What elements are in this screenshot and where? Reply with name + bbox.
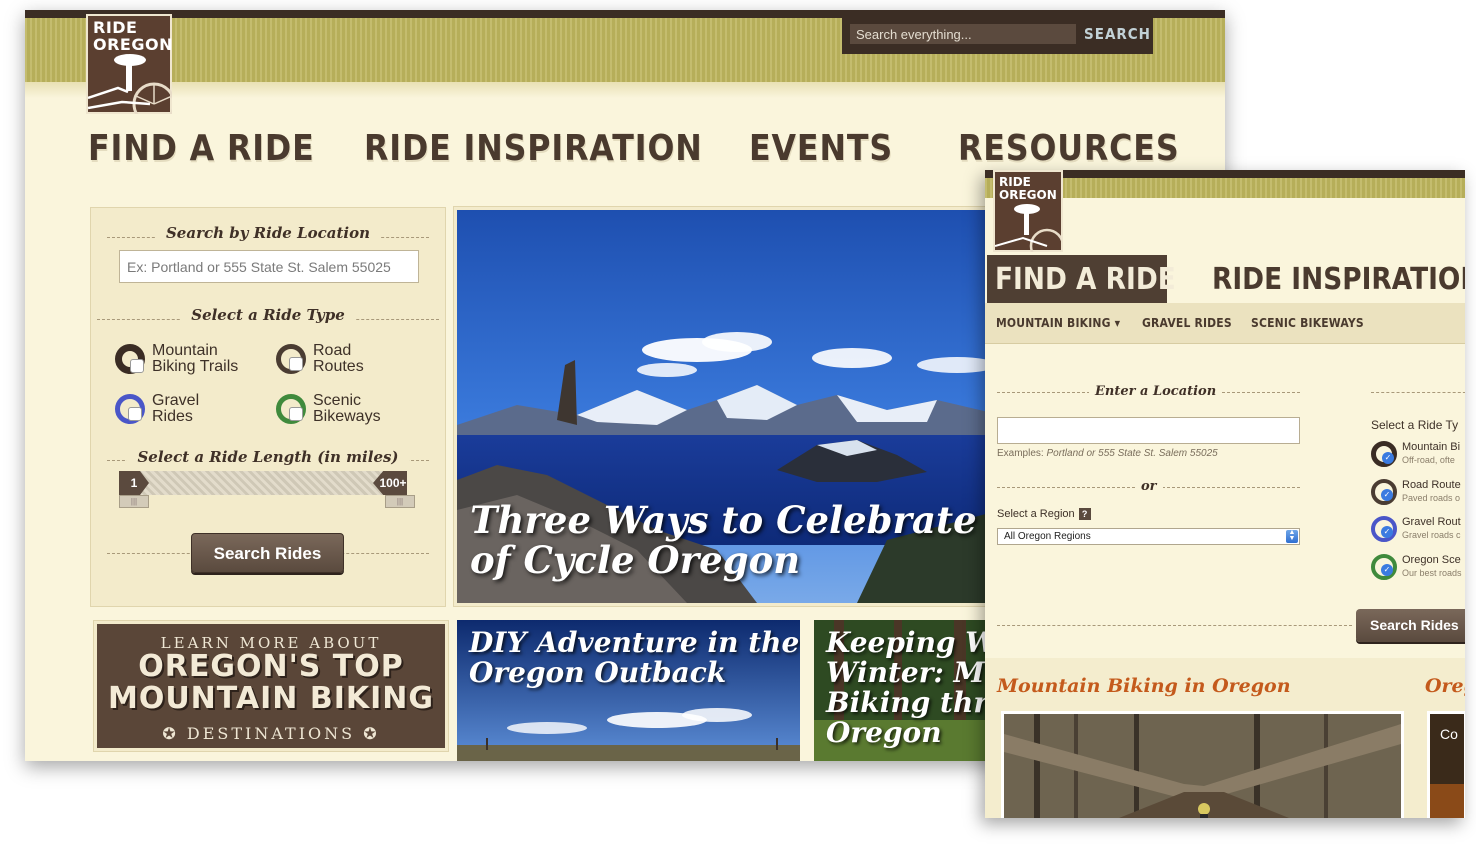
ride-type-heading: Select a Ride Ty — [1371, 418, 1459, 432]
mountain-biking-promo[interactable]: LEARN MORE ABOUT OREGON'S TOP MOUNTAIN B… — [93, 620, 449, 752]
gravel-checked-icon[interactable] — [1371, 516, 1397, 542]
promo-line2: OREGON'S TOP MOUNTAIN BIKING — [107, 649, 435, 716]
nav-events[interactable]: EVENTS — [749, 128, 893, 169]
ride-type-desc: Paved roads o — [1402, 493, 1461, 503]
logo-text: RIDE OREGON — [93, 18, 173, 54]
hero-feature[interactable]: Three Ways to Celebrate 30 of Cycle Oreg… — [457, 210, 1001, 603]
road-icon — [276, 344, 306, 374]
scenic-icon — [276, 394, 306, 424]
hero-caption[interactable]: Three Ways to Celebrate 30 of Cycle Oreg… — [470, 500, 1001, 580]
forest-bridge-image — [1004, 714, 1401, 818]
location-section-title: Search by Ride Location — [91, 224, 445, 242]
ride-type-label: Road Routes — [313, 342, 364, 375]
tile-keeping-winter[interactable]: Keeping W Winter: Mo Biking thro Oregon — [814, 620, 1014, 761]
nav-find-a-ride[interactable]: FIND A RIDE — [88, 128, 315, 169]
subnav-mountain-biking[interactable]: MOUNTAIN BIKING ▾ — [996, 316, 1120, 330]
mountain-biking-photo[interactable] — [1001, 711, 1404, 818]
ride-type-desc: Off-road, ofte — [1402, 455, 1455, 465]
location-input[interactable] — [119, 250, 419, 283]
flourish-icon: ✪ — [363, 724, 380, 743]
ride-type-label: Scenic Bikeways — [313, 392, 381, 425]
enter-location-title: Enter a Location — [1089, 384, 1223, 399]
ride-length-slider[interactable]: 1 100+ — [119, 471, 407, 495]
nav-ride-inspiration[interactable]: RIDE INSPIRATION — [364, 128, 703, 169]
slider-min-grip[interactable]: ||| — [119, 495, 149, 508]
location-input[interactable] — [997, 417, 1300, 444]
oregon-photo[interactable]: Co — [1427, 711, 1465, 818]
flourish-icon: ✪ — [162, 724, 179, 743]
ride-type-title: Oregon Sce — [1402, 554, 1461, 566]
nav-ride-inspiration[interactable]: RIDE INSPIRATION — [1212, 262, 1465, 297]
select-arrows-icon: ▲ ▼ — [1286, 529, 1298, 543]
ride-search-panel: Search by Ride Location Select a Ride Ty… — [90, 207, 446, 607]
search-rides-button[interactable]: Search Rides — [191, 533, 344, 573]
ride-type-title: Gravel Rout — [1402, 516, 1461, 528]
mountain-bike-icon — [115, 344, 145, 374]
ride-type-title: Select a Ride Type — [91, 306, 445, 324]
ride-type-title: Mountain Bi — [1402, 441, 1461, 453]
logo-text: RIDE OREGON — [999, 175, 1057, 202]
slider-max-grip[interactable]: ||| — [385, 495, 415, 508]
ride-type-road-routes[interactable]: Road Routes — [276, 343, 413, 375]
slider-max-handle[interactable]: 100+ — [373, 471, 407, 495]
divider — [997, 625, 1352, 626]
tile-title: Keeping W Winter: Mo Biking thro Oregon — [826, 626, 1007, 749]
subnav-scenic-bikeways[interactable]: SCENIC BIKEWAYS — [1251, 316, 1364, 330]
mountain-bike-checked-icon[interactable] — [1371, 441, 1397, 467]
location-hint: Examples: Portland or 555 State St. Sale… — [997, 448, 1218, 459]
search-button[interactable]: SEARCH — [1084, 23, 1150, 45]
ride-type-gravel-rides[interactable]: Gravel Rides — [115, 393, 252, 425]
tile-title: DIY Adventure in the Oregon Outback — [469, 626, 800, 689]
or-separator: or — [1135, 479, 1163, 494]
bicycle-icon — [995, 204, 1061, 252]
scenic-checked-icon[interactable] — [1371, 554, 1397, 580]
subnav-gravel-rides[interactable]: GRAVEL RIDES — [1142, 316, 1232, 330]
nav-find-a-ride[interactable]: FIND A RIDE — [995, 262, 1176, 297]
search-input[interactable] — [850, 24, 1076, 44]
ride-length-title: Select a Ride Length (in miles) — [91, 448, 445, 466]
ride-type-title: Road Route — [1402, 479, 1461, 491]
ride-oregon-logo[interactable]: RIDE OREGON — [86, 14, 172, 114]
section-title-oregon[interactable]: Oreg — [1425, 675, 1465, 697]
gravel-icon — [115, 394, 145, 424]
road-checked-icon[interactable] — [1371, 479, 1397, 505]
photo-caption: Co — [1440, 726, 1458, 742]
tile-diy-adventure[interactable]: DIY Adventure in the Oregon Outback — [457, 620, 800, 761]
site-search: SEARCH — [842, 18, 1153, 54]
sub-nav: MOUNTAIN BIKING ▾ GRAVEL RIDES SCENIC BI… — [985, 303, 1465, 344]
ride-type-desc: Gravel roads c — [1402, 530, 1461, 540]
ride-oregon-logo[interactable]: RIDE OREGON — [993, 170, 1063, 252]
help-icon[interactable]: ? — [1078, 508, 1091, 520]
promo-line4: ✪ DESTINATIONS ✪ — [162, 724, 380, 743]
region-label: Select a Region? — [997, 508, 1091, 520]
caret-down-icon: ▾ — [1114, 316, 1121, 330]
section-title-mountain-biking[interactable]: Mountain Biking in Oregon — [997, 675, 1291, 697]
banner-shadow — [25, 82, 1225, 98]
ride-type-mountain-biking[interactable]: Mountain Biking Trails — [115, 343, 252, 375]
second-screenshot: RIDE OREGON FIND A RIDE RIDE INSPIRATION… — [985, 170, 1465, 818]
ride-type-label: Gravel Rides — [152, 392, 200, 425]
top-dark-strip — [25, 10, 1225, 18]
slider-min-handle[interactable]: 1 — [119, 471, 149, 495]
search-rides-button[interactable]: Search Rides — [1356, 609, 1465, 642]
region-select[interactable]: All Oregon Regions ▲ ▼ — [997, 528, 1300, 545]
divider — [1371, 392, 1465, 393]
ride-type-label: Mountain Biking Trails — [152, 342, 239, 375]
ride-type-desc: Our best roads — [1402, 568, 1462, 578]
ride-type-scenic-bikeways[interactable]: Scenic Bikeways — [276, 393, 413, 425]
bicycle-icon — [88, 54, 172, 114]
nav-resources[interactable]: RESOURCES — [958, 128, 1180, 169]
